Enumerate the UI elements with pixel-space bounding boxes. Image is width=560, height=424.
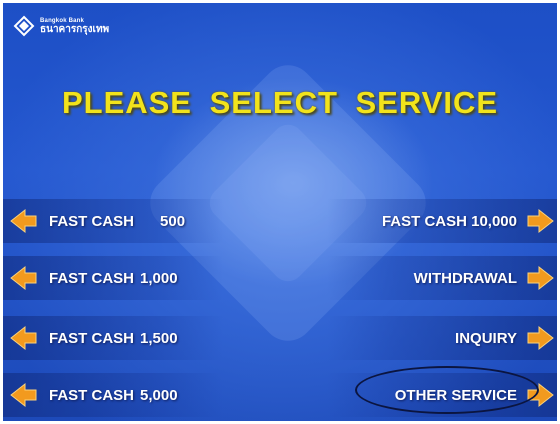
atm-screen: Bangkok Bank ธนาคารกรุงเทพ PLEASE SELECT… [3, 3, 557, 421]
button-label: FAST CASH 10,000 [381, 212, 517, 230]
button-amount: 1,500 [140, 329, 178, 347]
button-label: FAST CASH [49, 269, 135, 287]
button-label: FAST CASH [49, 329, 135, 347]
fast-cash-5000-button[interactable]: FAST CASH 5,000 [3, 373, 223, 417]
fast-cash-1500-button[interactable]: FAST CASH 1,500 [3, 316, 223, 360]
button-label: OTHER SERVICE [394, 386, 517, 404]
bank-logo: Bangkok Bank ธนาคารกรุงเทพ [13, 15, 109, 37]
bangkok-bank-lotus-icon [13, 15, 35, 37]
inquiry-button[interactable]: INQUIRY [327, 316, 557, 360]
orange-arrow-left-icon [10, 208, 37, 234]
orange-arrow-left-icon [10, 382, 37, 408]
orange-arrow-right-icon [527, 325, 554, 351]
fast-cash-500-button[interactable]: FAST CASH 500 [3, 199, 223, 243]
withdrawal-button[interactable]: WITHDRAWAL [327, 256, 557, 300]
orange-arrow-right-icon [527, 208, 554, 234]
button-label: WITHDRAWAL [413, 269, 517, 287]
button-amount: 5,000 [140, 386, 178, 404]
button-label: FAST CASH [49, 212, 135, 230]
button-label: INQUIRY [455, 329, 517, 347]
button-amount: 1,000 [140, 269, 178, 287]
orange-arrow-left-icon [10, 325, 37, 351]
other-service-button[interactable]: OTHER SERVICE [327, 373, 557, 417]
page-title: PLEASE SELECT SERVICE [61, 85, 499, 120]
button-amount: 500 [160, 212, 186, 230]
button-label: FAST CASH [49, 386, 135, 404]
orange-arrow-right-icon [527, 382, 554, 408]
orange-arrow-right-icon [527, 265, 554, 291]
fast-cash-10000-button[interactable]: FAST CASH 10,000 [327, 199, 557, 243]
fast-cash-1000-button[interactable]: FAST CASH 1,000 [3, 256, 223, 300]
bank-name-thai: ธนาคารกรุงเทพ [40, 23, 110, 35]
orange-arrow-left-icon [10, 265, 37, 291]
bank-name-english: Bangkok Bank [40, 17, 85, 24]
